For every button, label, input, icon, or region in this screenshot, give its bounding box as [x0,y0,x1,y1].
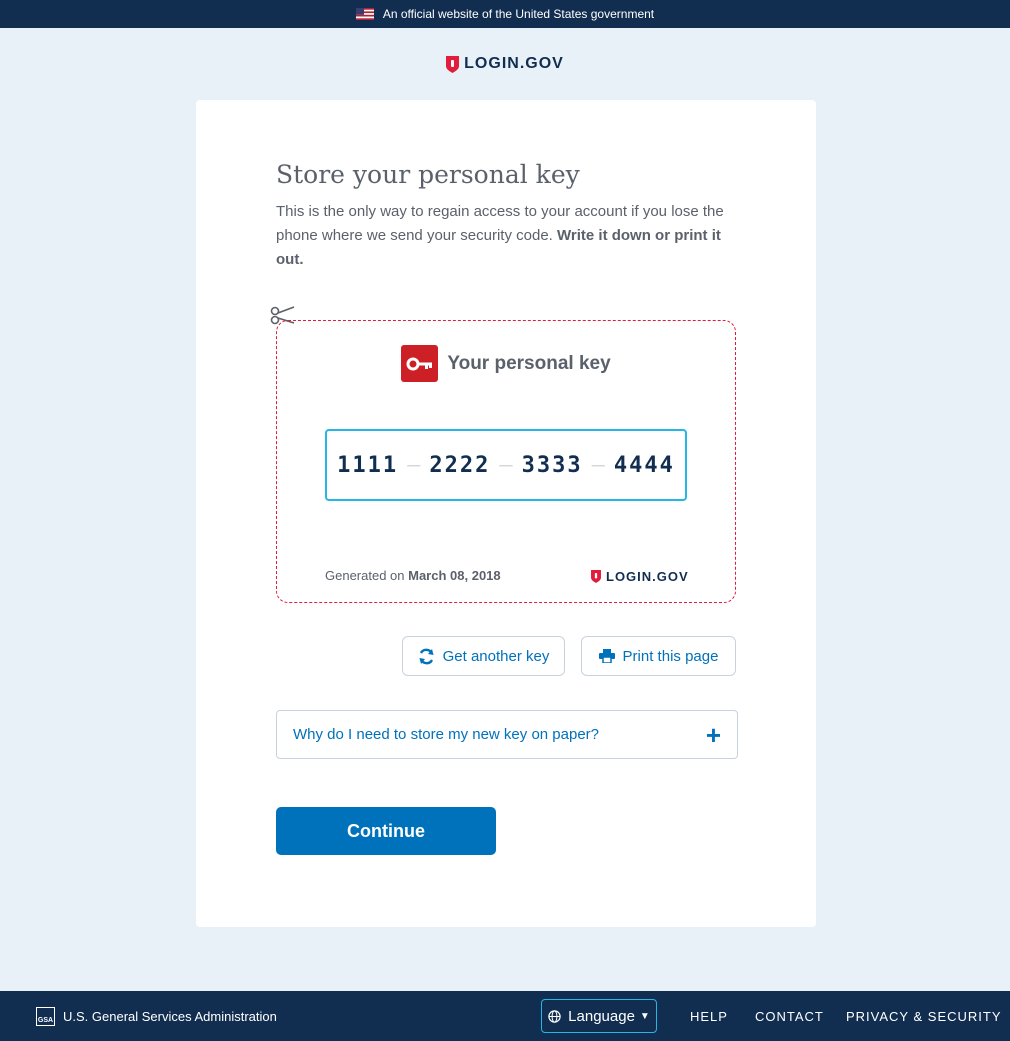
shield-icon [591,570,601,583]
caret-down-icon: ▼ [639,1010,650,1022]
accordion-question: Why do I need to store my new key on pap… [293,726,599,743]
intro-text: This is the only way to regain access to… [276,200,736,272]
key-separator: – [499,452,513,478]
key-segment-3: 3333 [521,452,583,478]
key-card-logo-text: LOGIN.GOV [606,569,689,584]
personal-key-heading: Your personal key [277,345,735,382]
privacy-security-link[interactable]: PRIVACY & SECURITY [846,1009,1002,1024]
page-title: Store your personal key [276,160,580,189]
agency-name: U.S. General Services Administration [63,1009,277,1024]
globe-icon [548,1009,561,1023]
personal-key-code: 1111 – 2222 – 3333 – 4444 [325,429,687,501]
personal-key-title: Your personal key [447,352,611,374]
personal-key-box: Your personal key 1111 – 2222 – 3333 – 4… [276,320,736,603]
store-key-accordion[interactable]: Why do I need to store my new key on pap… [276,710,738,759]
continue-button[interactable]: Continue [276,807,496,855]
print-page-button[interactable]: Print this page [581,636,736,676]
logo-text: LOGIN.GOV [464,55,564,72]
key-card-logo: LOGIN.GOV [591,569,689,584]
gov-banner: An official website of the United States… [0,0,1010,28]
help-link[interactable]: HELP [690,1009,728,1024]
gsa-logo: GSA [36,1007,55,1026]
print-page-label: Print this page [622,647,719,665]
main-card: Store your personal key This is the only… [196,100,816,927]
plus-icon[interactable]: + [706,722,721,748]
key-segment-2: 2222 [429,452,491,478]
printer-icon [598,649,615,663]
key-icon [401,345,439,382]
key-separator: – [591,452,605,478]
language-button[interactable]: Language ▼ [541,999,657,1033]
gov-banner-text: An official website of the United States… [382,7,655,21]
get-another-key-button[interactable]: Get another key [402,636,565,676]
refresh-icon [419,648,434,664]
generated-date: Generated on March 08, 2018 [325,568,501,583]
header: LOGIN.GOV [0,55,1010,73]
generated-date-value: March 08, 2018 [408,568,501,583]
key-segment-1: 1111 [337,452,399,478]
generated-label: Generated on [325,568,409,583]
key-segment-4: 4444 [613,452,675,478]
us-flag-icon [355,8,374,20]
contact-link[interactable]: CONTACT [755,1009,824,1024]
language-label: Language [568,1007,635,1025]
footer: GSA U.S. General Services Administration… [0,991,1010,1041]
login-gov-logo[interactable]: LOGIN.GOV [446,55,564,73]
get-another-key-label: Get another key [442,647,550,665]
shield-icon [446,55,460,73]
key-separator: – [407,452,421,478]
